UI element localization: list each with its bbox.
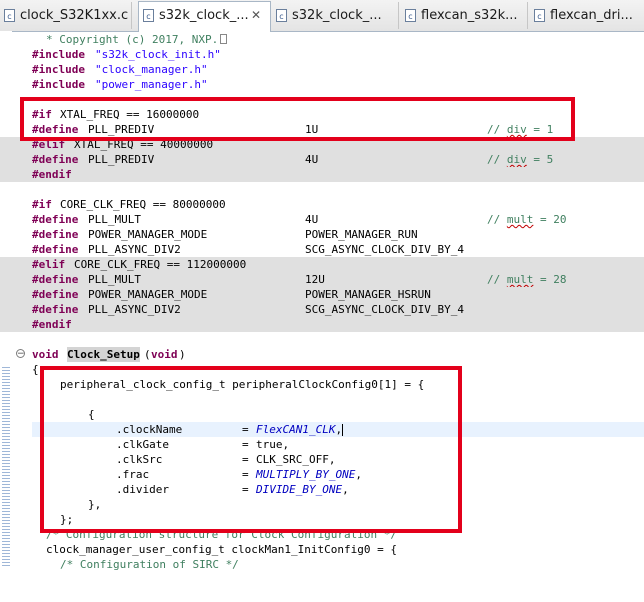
code-line: #include "power_manager.h" [0,77,644,92]
macro-name: POWER_MANAGER_MODE [88,228,208,241]
macro-value: 4U [305,213,319,226]
condition-text: CORE_CLK_FREQ == 112000000 [74,258,247,271]
macro-value: POWER_MANAGER_RUN [305,228,418,241]
preprocessor-keyword: #if [32,198,52,211]
close-icon[interactable]: ✕ [251,2,261,29]
tab-label: clock_S32K1xx.c [20,8,129,23]
preprocessor-keyword: #include [32,78,85,91]
tab-label: flexcan_dri... [550,8,633,23]
comment-text: // div = 5 [487,153,554,166]
code-line: #include "clock_manager.h" [0,62,644,77]
comment-text: * Copyright (c) 2017, NXP. [46,33,219,46]
code-line-inactive: #elif CORE_CLK_FREQ == 112000000 [0,257,644,272]
paren: ( [144,348,151,361]
tab-clock-s32k1xx[interactable]: c clock_S32K1xx.c [0,2,132,29]
preprocessor-keyword: #define [32,213,79,226]
code-line: /* Configuration of SIRC */ [0,557,644,572]
comment-text: // mult = 20 [487,213,567,226]
brace: { [32,363,39,376]
code-line: #define POWER_MANAGER_MODE POWER_MANAGER… [0,227,644,242]
code-line: #include "s32k_clock_init.h" [0,47,644,62]
code-line: #define PLL_MULT 4U // mult = 20 [0,212,644,227]
code-line-inactive: #define PLL_PREDIV 4U // div = 5 [0,152,644,167]
declaration-text: clock_manager_user_config_t clockMan1_In… [46,543,397,556]
editor-tab-bar: c clock_S32K1xx.c c s32k_clock_... ✕ c s… [0,0,644,32]
code-line: #define PLL_ASYNC_DIV2 SCG_ASYNC_CLOCK_D… [0,242,644,257]
macro-value: POWER_MANAGER_HSRUN [305,288,431,301]
macro-name: PLL_PREDIV [88,153,155,166]
preprocessor-keyword: #define [32,303,79,316]
preprocessor-keyword: #define [32,228,79,241]
highlight-box-xtal [20,97,575,141]
preprocessor-keyword: #include [32,48,85,61]
type-keyword: void [151,348,178,361]
c-file-icon: c [276,9,287,22]
type-keyword: void [32,348,59,361]
c-file-icon: c [534,9,545,22]
macro-name: PLL_ASYNC_DIV2 [88,303,181,316]
macro-value: SCG_ASYNC_CLOCK_DIV_BY_4 [305,303,464,316]
preprocessor-keyword: #define [32,288,79,301]
condition-text: CORE_CLK_FREQ == 80000000 [60,198,226,211]
tab-s32k-clock-2[interactable]: c s32k_clock_... [272,2,399,29]
tab-s32k-clock-active[interactable]: c s32k_clock_... ✕ [138,1,271,32]
code-line-inactive: #endif [0,167,644,182]
macro-value: 4U [305,153,319,166]
code-line-inactive: #define POWER_MANAGER_MODE POWER_MANAGER… [0,287,644,302]
macro-name: PLL_MULT [88,213,141,226]
macro-name: POWER_MANAGER_MODE [88,288,208,301]
include-string: "s32k_clock_init.h" [95,48,221,61]
preprocessor-keyword: #define [32,243,79,256]
fold-toggle-icon[interactable]: − [16,349,25,359]
preprocessor-keyword: #endif [32,168,72,181]
tab-label: s32k_clock_... [292,8,382,23]
preprocessor-keyword: #include [32,63,85,76]
c-file-icon: c [4,9,15,22]
preprocessor-keyword: #define [32,153,79,166]
code-line-inactive: #define PLL_ASYNC_DIV2 SCG_ASYNC_CLOCK_D… [0,302,644,317]
code-line: * Copyright (c) 2017, NXP. [0,32,644,47]
code-editor[interactable]: * Copyright (c) 2017, NXP. #include "s32… [0,31,644,571]
folded-comment-icon[interactable] [220,34,227,44]
macro-value: 12U [305,273,325,286]
code-line: − void Clock_Setup ( void ) [0,347,644,362]
c-file-icon: c [143,9,154,22]
macro-value: SCG_ASYNC_CLOCK_DIV_BY_4 [305,243,464,256]
preprocessor-keyword: #define [32,273,79,286]
tab-flexcan-driver[interactable]: c flexcan_dri... [530,2,644,29]
tab-flexcan-s32k[interactable]: c flexcan_s32k... [401,2,528,29]
code-line-inactive: #define PLL_MULT 12U // mult = 28 [0,272,644,287]
macro-name: PLL_MULT [88,273,141,286]
c-file-icon: c [405,9,416,22]
code-line: clock_manager_user_config_t clockMan1_In… [0,542,644,557]
tab-label: flexcan_s32k... [421,8,518,23]
paren: ) [179,348,186,361]
comment-text: /* Configuration of SIRC */ [60,558,239,571]
include-string: "power_manager.h" [95,78,208,91]
code-line-inactive: #endif [0,317,644,332]
comment-text: // mult = 28 [487,273,567,286]
include-string: "clock_manager.h" [95,63,208,76]
highlight-box-peripheral-config [40,366,462,533]
function-name: Clock_Setup [67,347,140,362]
preprocessor-keyword: #elif [32,258,66,271]
code-line: #if CORE_CLK_FREQ == 80000000 [0,197,644,212]
macro-name: PLL_ASYNC_DIV2 [88,243,181,256]
preprocessor-keyword: #endif [32,318,72,331]
tab-label: s32k_clock_... [159,8,249,23]
